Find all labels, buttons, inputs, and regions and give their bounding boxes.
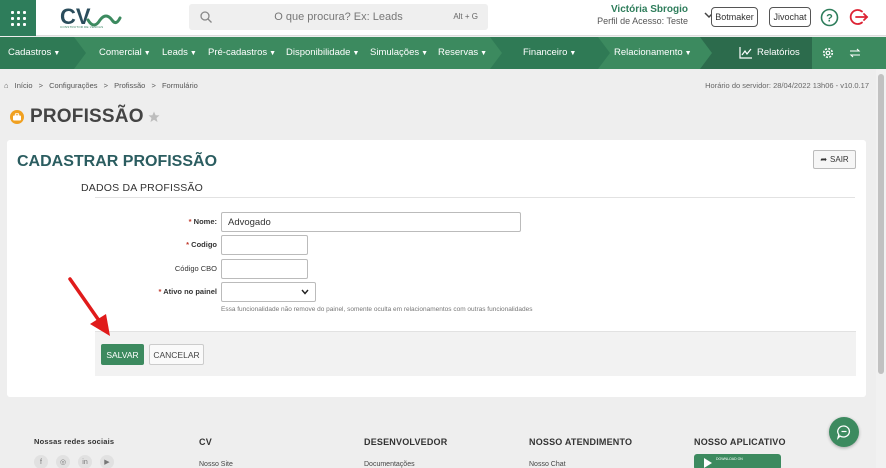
codigo-cbo-input[interactable] (221, 259, 308, 279)
cancel-button[interactable]: CANCELAR (149, 344, 204, 365)
nav-relacionamento[interactable]: Relacionamento ▼ (614, 47, 692, 58)
grid-icon (10, 10, 26, 26)
footer-social-title: Nossas redes sociais (34, 437, 115, 446)
nome-label-text: Nome: (193, 217, 217, 226)
page-title: PROFISSÃO (9, 106, 160, 128)
home-icon[interactable]: ⌂ (4, 81, 9, 90)
required-mark: * (188, 217, 192, 226)
star-icon[interactable] (148, 111, 160, 123)
save-button[interactable]: SALVAR (101, 344, 144, 365)
page-title-text: PROFISSÃO (30, 106, 144, 127)
footer-dev: DESENVOLVEDOR Documentações (364, 437, 448, 468)
user-name: Victória Sbrogio (610, 4, 688, 15)
nome-input[interactable]: Advogado (221, 212, 521, 232)
footer-cv: CV Nosso Site (199, 437, 233, 468)
botmaker-button[interactable]: Botmaker (711, 7, 758, 27)
nav-pre-cadastros[interactable]: Pré-cadastros ▼ (208, 47, 276, 58)
footer-link-site[interactable]: Nosso Site (199, 461, 233, 468)
instagram-icon[interactable]: ◎ (56, 455, 70, 468)
footer-app-title: NOSSO APLICATIVO (694, 437, 786, 447)
help-text: Essa funcionalidade não remove do painel… (221, 306, 533, 313)
chat-button[interactable] (829, 417, 859, 447)
breadcrumb-formulario: Formulário (161, 81, 198, 90)
play-icon (704, 458, 712, 468)
page-scrollbar[interactable] (876, 69, 886, 468)
nav-simulacoes[interactable]: Simulações ▼ (370, 47, 428, 58)
linkedin-icon[interactable]: in (78, 455, 92, 468)
ativo-label-text: Ativo no painel (163, 287, 217, 296)
apps-menu-button[interactable] (0, 0, 36, 36)
briefcase-icon (10, 110, 24, 124)
form-actions: SALVAR CANCELAR (95, 331, 856, 376)
footer-app: NOSSO APLICATIVO (694, 437, 786, 447)
footer-link-docs[interactable]: Documentações (364, 461, 415, 468)
badge-text: DOWNLOAD ON (716, 457, 743, 461)
server-time: Horário do servidor: 28/04/2022 13h06 - … (705, 81, 869, 90)
nav-reservas[interactable]: Reservas ▼ (438, 47, 487, 58)
breadcrumb: ⌂ Início > Configurações > Profissão > F… (4, 81, 202, 90)
breadcrumb-separator: > (151, 81, 156, 90)
footer-dev-title: DESENVOLVEDOR (364, 437, 448, 447)
search-placeholder: O que procura? Ex: Leads (274, 11, 403, 23)
breadcrumb-configuracoes[interactable]: Configurações (49, 81, 97, 90)
breadcrumb-separator: > (103, 81, 108, 90)
chat-icon (836, 425, 850, 440)
breadcrumb-inicio[interactable]: Início (15, 81, 33, 90)
codigo-input[interactable] (221, 235, 308, 255)
svg-text:?: ? (826, 13, 833, 25)
search-bar[interactable]: O que procura? Ex: Leads Alt + G (189, 4, 488, 30)
section-divider (95, 197, 855, 198)
google-play-badge[interactable]: DOWNLOAD ON (694, 454, 781, 468)
swap-icon[interactable] (849, 47, 861, 59)
top-bar: CV CONSTRUTOR DE VENDAS O que procura? E… (0, 0, 886, 36)
footer-cv-title: CV (199, 437, 212, 447)
footer-support-title: NOSSO ATENDIMENTO (529, 437, 633, 447)
breadcrumb-separator: > (38, 81, 44, 90)
facebook-icon[interactable]: f (34, 455, 48, 468)
user-profile: Perfil de Acesso: Teste (597, 16, 688, 26)
section-title: DADOS DA PROFISSÃO (81, 182, 204, 194)
exit-button[interactable]: ➦ SAIR (813, 150, 856, 169)
ativo-select[interactable] (221, 282, 316, 302)
card-title: CADASTRAR PROFISSÃO (17, 153, 218, 170)
main-navbar: Cadastros ▼ Comercial ▼ Leads ▼ Pré-cadastr… (0, 37, 886, 69)
logout-icon[interactable] (849, 7, 869, 27)
breadcrumb-profissao[interactable]: Profissão (114, 81, 145, 90)
required-mark: * (186, 240, 190, 249)
scroll-thumb[interactable] (878, 74, 884, 374)
footer-support: NOSSO ATENDIMENTO Nosso Chat (529, 437, 633, 468)
exit-label: SAIR (830, 155, 849, 164)
nav-disponibilidade[interactable]: Disponibilidade ▼ (286, 47, 359, 58)
help-icon[interactable]: ? (820, 8, 839, 27)
nav-financeiro[interactable]: Financeiro ▼ (523, 47, 576, 58)
chevron-down-icon (301, 289, 309, 295)
annotation-arrow-icon (68, 277, 110, 336)
gear-icon[interactable] (821, 46, 835, 60)
share-icon: ➦ (820, 155, 828, 164)
codigo-label: * Codigo (7, 240, 217, 249)
form-card: CADASTRAR PROFISSÃO ➦ SAIR DADOS DA PROF… (7, 140, 866, 397)
search-shortcut: Alt + G (453, 12, 478, 21)
jivochat-button[interactable]: Jivochat (769, 7, 811, 27)
nav-comercial[interactable]: Comercial ▼ (99, 47, 151, 58)
nav-relatorios[interactable]: Relatórios (757, 47, 800, 58)
codigo-label-text: Codigo (191, 240, 217, 249)
youtube-icon[interactable]: ▶ (100, 455, 114, 468)
nav-leads[interactable]: Leads ▼ (162, 47, 197, 58)
chart-icon (739, 47, 752, 59)
nav-cadastros[interactable]: Cadastros ▼ (8, 47, 60, 58)
footer-link-chat[interactable]: Nosso Chat (529, 461, 566, 468)
required-mark: * (158, 287, 162, 296)
logo-subtitle: CONSTRUTOR DE VENDAS (60, 25, 104, 29)
footer-social: Nossas redes sociais (34, 437, 114, 446)
user-menu[interactable]: Victória Sbrogio Perfil de Acesso: Teste (576, 4, 688, 26)
nome-label: * Nome: (7, 217, 217, 226)
codigo-cbo-label: Código CBO (174, 264, 217, 273)
